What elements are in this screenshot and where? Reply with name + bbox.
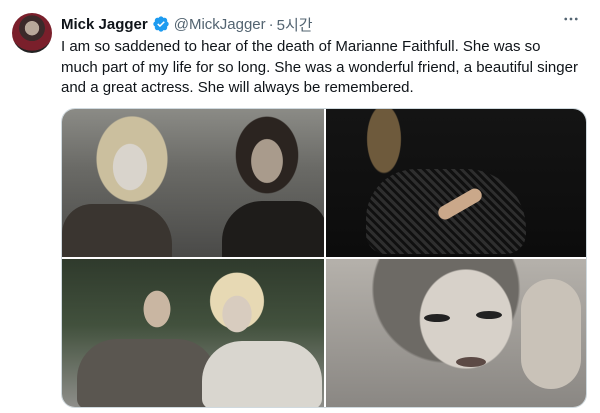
photo-4-eye-left [424,314,450,322]
photo-4-lips [456,357,486,367]
media-grid [61,108,587,408]
photo-1-figure-left [62,204,172,257]
photo-4-hand [521,279,581,389]
photo-4[interactable] [326,259,586,407]
author-name[interactable]: Mick Jagger [61,16,148,33]
more-options-icon[interactable] [560,8,582,30]
tweet-timestamp[interactable]: 5시간 [277,14,313,35]
photo-2[interactable] [326,109,586,257]
separator-dot: · [268,15,274,33]
tweet-header: Mick Jagger @MickJagger · 5시간 [61,14,588,34]
photo-3[interactable] [62,259,324,407]
photo-3-figure-right [202,341,322,407]
avatar[interactable] [12,13,52,53]
author-handle[interactable]: @MickJagger [174,16,266,33]
verified-badge-icon [152,15,170,33]
photo-1[interactable] [62,109,324,257]
photo-1-figure-right [222,201,324,257]
tweet-text: I am so saddened to hear of the death of… [61,38,578,96]
photo-4-eye-right [476,311,502,319]
photo-3-figure-left [77,339,217,407]
